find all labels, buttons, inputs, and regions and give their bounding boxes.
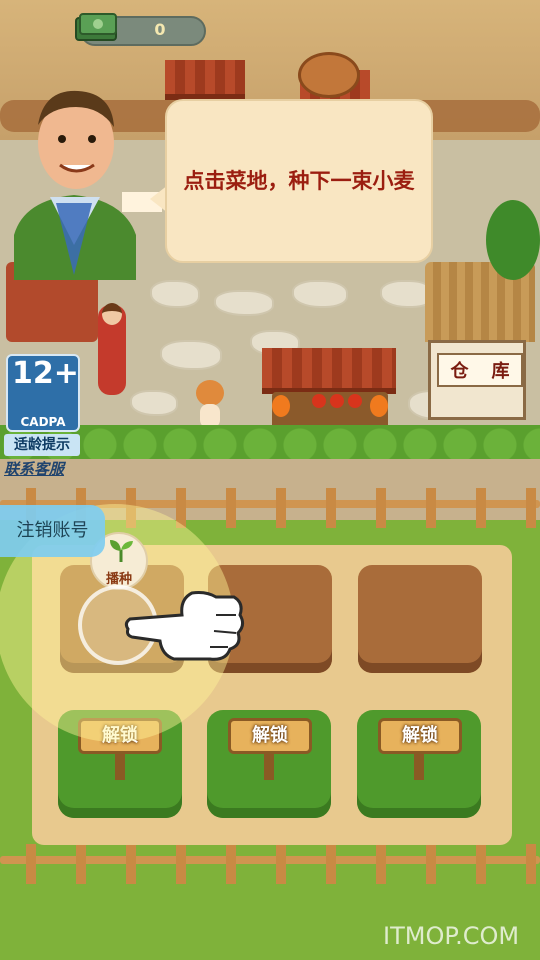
money-value: 0 [154,20,166,39]
farm-plot-3[interactable] [358,565,482,673]
cash-icon [75,13,117,41]
basket-icon [298,52,360,98]
warehouse[interactable]: 仓 库 [428,340,526,420]
market-stall-roof [262,348,396,394]
villager-girl[interactable] [98,303,126,395]
site-watermark: ITMOP.COM [383,922,520,950]
pointing-hand-icon [124,591,245,661]
hedge [0,425,540,459]
age-tip-button[interactable]: 适龄提示 [4,434,80,456]
villager-head [102,303,122,325]
unlock-sign-3[interactable]: 解锁 [378,718,462,754]
corgi-dog[interactable] [192,380,228,430]
stone [292,280,348,308]
lantern-icon [272,395,290,417]
gate-roof [165,60,245,100]
tutorial-speech-bubble: 点击菜地，种下一束小麦 [165,99,433,263]
farmer-avatar [14,90,136,280]
age-rating-org: CADPA [20,415,66,429]
sprout-icon [110,540,133,562]
bottom-fence [0,844,540,884]
stone [214,290,274,316]
warehouse-sign-char: 仓 [450,361,469,382]
tree [486,200,540,280]
unlock-sign-2[interactable]: 解锁 [228,718,312,754]
tutorial-text: 点击菜地，种下一束小麦 [183,169,415,193]
stone [160,340,222,370]
stone [130,390,178,416]
tomato-icon [330,394,344,408]
contact-support-link[interactable]: 联系客服 [4,458,64,479]
warehouse-sign-char: 库 [491,361,510,382]
tomato-icon [348,394,362,408]
logout-button[interactable]: 注销账号 [0,505,105,557]
stone [150,280,200,308]
age-rating-number: 12+ [12,356,79,391]
lantern-icon [370,395,388,417]
tomato-icon [312,394,326,408]
